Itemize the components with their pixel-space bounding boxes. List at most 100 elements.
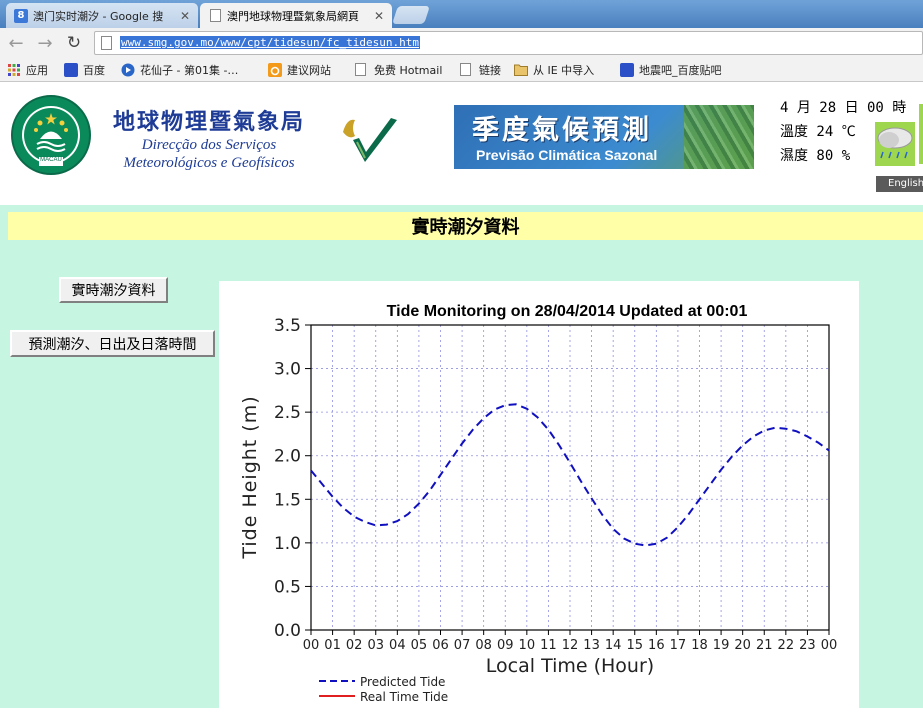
x-tick-label: 05	[411, 638, 428, 653]
bookmark-label: 免费 Hotmail	[374, 64, 443, 77]
bookmark-label: 百度	[83, 64, 105, 77]
baidu-paw-icon	[64, 63, 78, 77]
x-tick-label: 21	[756, 638, 773, 653]
web-page: MACAU 地球物理暨氣象局 Direcção dos Serviços Met…	[0, 82, 923, 708]
reload-button[interactable]: ↻	[63, 32, 85, 54]
chart-title: Tide Monitoring on 28/04/2014 Updated at…	[387, 303, 748, 320]
close-tab-icon[interactable]: ✕	[180, 9, 190, 23]
x-tick-label: 07	[454, 638, 471, 653]
y-tick-label: 2.5	[274, 403, 301, 423]
new-tab-button[interactable]	[392, 6, 430, 24]
x-tick-label: 16	[648, 638, 665, 653]
english-button[interactable]: English	[876, 176, 923, 192]
y-tick-label: 0.5	[274, 577, 301, 597]
bookmark-suggested[interactable]: 建议网站	[268, 62, 331, 78]
y-axis-label: Tide Height (m)	[239, 395, 261, 559]
x-tick-label: 20	[734, 638, 751, 653]
back-button[interactable]: ←	[5, 32, 27, 54]
rain-cloud-icon	[875, 122, 915, 166]
y-tick-label: 3.0	[274, 360, 301, 380]
x-tick-label: 15	[626, 638, 643, 653]
predicted-tide-sunrise-button[interactable]: 預測潮汐、日出及日落時間	[10, 330, 215, 357]
x-axis-label: Local Time (Hour)	[486, 655, 654, 677]
bookmark-links[interactable]: 链接	[460, 62, 501, 78]
bookmark-video[interactable]: 花仙子 - 第01集 -…	[121, 62, 238, 78]
legend-label: Predicted Tide	[360, 675, 445, 689]
x-tick-label: 14	[605, 638, 622, 653]
x-tick-label: 11	[540, 638, 557, 653]
reload-icon: ↻	[66, 33, 82, 53]
bookmark-import-ie[interactable]: 从 IE 中导入	[514, 62, 594, 78]
bookmark-label: 从 IE 中导入	[533, 64, 595, 77]
address-bar[interactable]: www.smg.gov.mo/www/cpt/tidesun/fc_tidesu…	[94, 31, 923, 55]
org-name-portuguese-2: Meteorológicos e Geofísicos	[123, 155, 295, 171]
emblem-text: MACAU	[40, 157, 62, 163]
page-favicon-icon	[208, 9, 222, 23]
close-tab-icon[interactable]: ✕	[374, 9, 384, 23]
bookmark-label: 应用	[26, 64, 48, 77]
seasonal-forecast-banner[interactable]: 季度氣候預測 Previsão Climática Sazonal	[454, 105, 754, 169]
page-icon	[355, 63, 369, 77]
x-tick-label: 22	[778, 638, 795, 653]
banner-title-cn: 季度氣候預測	[472, 115, 652, 146]
x-tick-label: 04	[389, 638, 406, 653]
suggest-sites-icon	[268, 63, 282, 77]
date-time: 4 月 28 日 00 時	[780, 100, 907, 116]
bookmarks-bar: 应用 百度 花仙子 - 第01集 -… 建议网站 免费 Hotmail 链接 从…	[0, 58, 923, 82]
weather-strip	[919, 104, 923, 164]
x-tick-label: 01	[324, 638, 341, 653]
back-arrow-icon: ←	[8, 32, 24, 54]
bookmark-hotmail[interactable]: 免费 Hotmail	[355, 62, 442, 78]
tab-strip: 8 澳门实时潮汐 - Google 搜 ✕ 澳門地球物理暨氣象局網頁 ✕	[0, 0, 923, 28]
site-header: MACAU 地球物理暨氣象局 Direcção dos Serviços Met…	[0, 82, 923, 205]
video-play-icon	[121, 63, 135, 77]
bookmark-label: 地震吧_百度贴吧	[639, 64, 722, 77]
forward-button[interactable]: →	[34, 32, 56, 54]
bookmark-baidu[interactable]: 百度	[64, 62, 105, 78]
x-tick-label: 23	[799, 638, 816, 653]
x-tick-label: 10	[519, 638, 536, 653]
bookmark-label: 花仙子 - 第01集 -…	[140, 64, 239, 77]
org-name-chinese: 地球物理暨氣象局	[113, 109, 306, 135]
banner-title-pt: Previsão Climática Sazonal	[476, 147, 658, 163]
forward-arrow-icon: →	[37, 32, 53, 54]
x-tick-label: 13	[583, 638, 600, 653]
y-tick-label: 2.0	[274, 447, 301, 467]
x-tick-label: 09	[497, 638, 514, 653]
bookmark-apps[interactable]: 应用	[7, 62, 48, 78]
x-tick-label: 02	[346, 638, 363, 653]
bookmark-label: 链接	[479, 64, 501, 77]
tide-chart: 0.0 0.5 1.0 1.5 2.0 2.5 3.0 3.5 00 01 02 03 04 05 06 07…	[219, 281, 859, 708]
y-tick-label: 1.0	[274, 534, 301, 554]
x-tick-label: 08	[475, 638, 492, 653]
smg-logo	[337, 110, 401, 170]
apps-grid-icon	[7, 63, 21, 77]
y-tick-label: 3.5	[274, 316, 301, 336]
bookmark-label: 建议网站	[287, 64, 331, 77]
org-name-portuguese-1: Direcção dos Serviços	[141, 137, 277, 153]
x-tick-label: 03	[367, 638, 384, 653]
x-tick-label: 12	[562, 638, 579, 653]
x-tick-label: 19	[713, 638, 730, 653]
tide-chart-svg: 0.0 0.5 1.0 1.5 2.0 2.5 3.0 3.5 00 01 02 03 04 05 06 07…	[239, 303, 837, 704]
macau-emblem-logo: MACAU	[10, 94, 92, 176]
x-tick-label: 00	[303, 638, 320, 653]
x-tick-label: 06	[432, 638, 449, 653]
tab-google-search[interactable]: 8 澳门实时潮汐 - Google 搜 ✕	[6, 3, 198, 28]
y-tick-label: 1.5	[274, 490, 301, 510]
x-tick-label: 17	[670, 638, 687, 653]
leaf-pattern	[684, 105, 754, 169]
page-icon	[101, 36, 112, 50]
google-favicon-icon: 8	[14, 8, 28, 23]
legend-label: Real Time Tide	[360, 690, 448, 704]
baidu-paw-icon	[620, 63, 634, 77]
tab-title: 澳門地球物理暨氣象局網頁	[227, 9, 359, 23]
y-tick-label: 0.0	[274, 621, 301, 641]
realtime-tide-button[interactable]: 實時潮汐資料	[59, 277, 168, 303]
tab-title: 澳门实时潮汐 - Google 搜	[33, 9, 164, 23]
org-name: 地球物理暨氣象局 Direcção dos Serviços Meteoroló…	[113, 104, 305, 172]
url-text[interactable]: www.smg.gov.mo/www/cpt/tidesun/fc_tidesu…	[120, 36, 421, 49]
bookmark-earthquake-bar[interactable]: 地震吧_百度贴吧	[620, 62, 722, 78]
x-tick-label: 18	[691, 638, 708, 653]
tab-smg[interactable]: 澳門地球物理暨氣象局網頁 ✕	[200, 3, 392, 28]
